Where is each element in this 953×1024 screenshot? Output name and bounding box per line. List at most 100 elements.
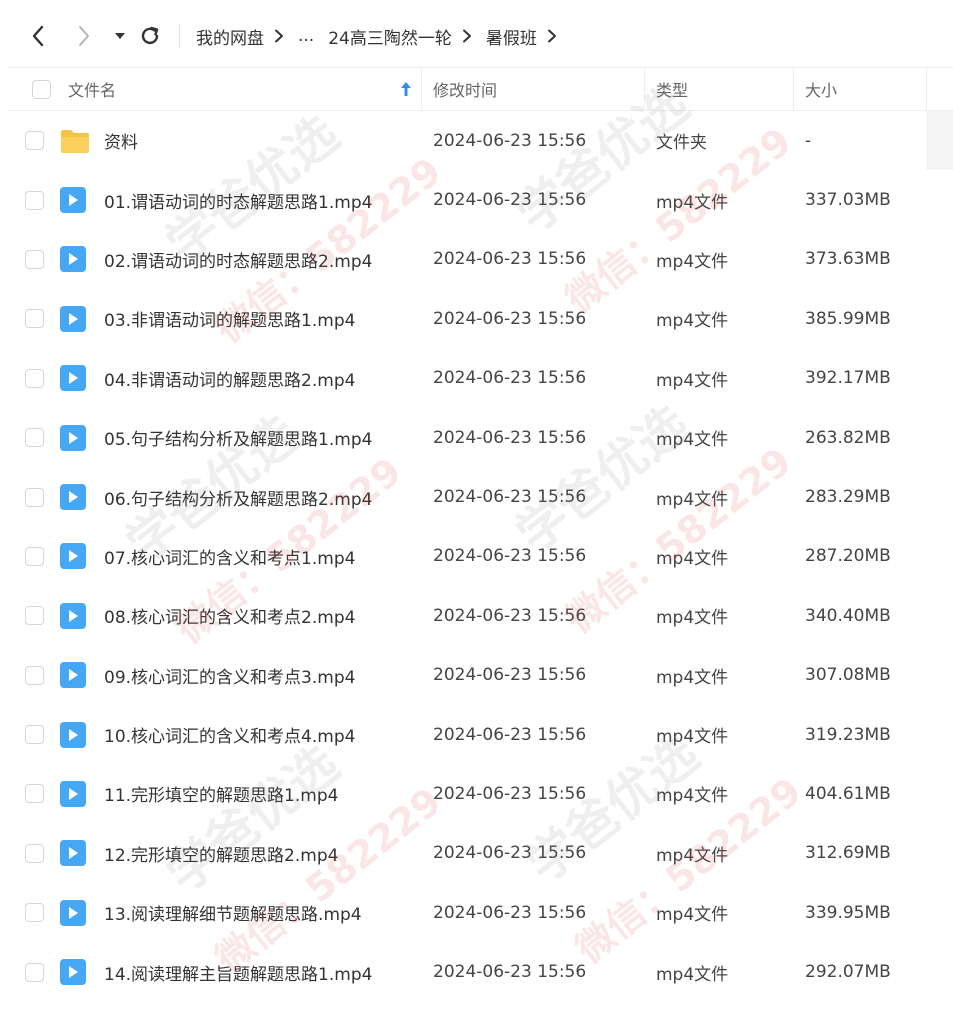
file-size: 340.40MB <box>805 605 891 626</box>
file-size: - <box>805 130 812 151</box>
row-checkbox[interactable] <box>25 368 44 388</box>
file-list-header: 文件名 修改时间 类型 大小 <box>8 67 953 111</box>
file-row[interactable]: 10.核心词汇的含义和考点4.mp4 2024-06-23 15:56 mp4文件 3… <box>8 705 953 764</box>
file-type: mp4文件 <box>656 905 729 926</box>
video-file-icon <box>60 721 86 748</box>
file-size: 337.03MB <box>805 190 891 211</box>
row-checkbox[interactable] <box>25 665 44 685</box>
breadcrumb-item-course[interactable]: 24高三陶然一轮 <box>328 24 452 49</box>
video-file-icon <box>60 899 86 926</box>
row-checkbox[interactable] <box>25 249 44 269</box>
row-checkbox[interactable] <box>25 428 44 448</box>
row-checkbox[interactable] <box>25 784 44 804</box>
breadcrumb-chevron-icon <box>547 29 557 43</box>
forward-button[interactable] <box>70 22 98 50</box>
row-checkbox-wrap <box>25 705 44 764</box>
file-name: 14.阅读理解主旨题解题思路1.mp4 <box>104 964 373 985</box>
file-type: mp4文件 <box>656 251 729 272</box>
row-checkbox[interactable] <box>25 725 44 745</box>
history-dropdown-button[interactable] <box>106 22 134 50</box>
file-row[interactable]: 01.谓语动词的时态解题思路1.mp4 2024-06-23 15:56 mp4文件… <box>8 170 953 229</box>
toolbar-divider <box>179 24 180 48</box>
file-row[interactable]: 03.非谓语动词的解题思路1.mp4 2024-06-23 15:56 mp4文件 3… <box>8 289 953 348</box>
file-name: 13.阅读理解细节题解题思路.mp4 <box>104 905 362 926</box>
row-icon-wrap <box>60 764 86 823</box>
breadcrumb-item-ellipsis[interactable]: ... <box>298 26 314 46</box>
file-type: mp4文件 <box>656 370 729 391</box>
row-checkbox[interactable] <box>25 903 44 923</box>
column-divider[interactable] <box>926 68 927 110</box>
file-row[interactable]: 13.阅读理解细节题解题思路.mp4 2024-06-23 15:56 mp4文件 3… <box>8 883 953 942</box>
row-checkbox[interactable] <box>25 606 44 626</box>
file-row[interactable]: 09.核心词汇的含义和考点3.mp4 2024-06-23 15:56 mp4文件 3… <box>8 646 953 705</box>
file-type: mp4文件 <box>656 192 729 213</box>
file-name: 01.谓语动词的时态解题思路1.mp4 <box>104 192 373 213</box>
row-checkbox-wrap <box>25 586 44 645</box>
column-header-modified[interactable]: 修改时间 <box>433 68 497 110</box>
row-checkbox[interactable] <box>25 131 44 151</box>
file-modified: 2024-06-23 15:56 <box>433 368 587 389</box>
video-file-icon <box>60 305 86 332</box>
row-icon-wrap <box>60 705 86 764</box>
file-size: 385.99MB <box>805 308 891 329</box>
row-checkbox[interactable] <box>25 190 44 210</box>
column-divider[interactable] <box>793 68 794 110</box>
file-row[interactable]: 08.核心词汇的含义和考点2.mp4 2024-06-23 15:56 mp4文件 3… <box>8 586 953 645</box>
breadcrumb: 我的网盘 ... 24高三陶然一轮 暑假班 <box>196 22 571 50</box>
file-row[interactable]: 04.非谓语动词的解题思路2.mp4 2024-06-23 15:56 mp4文件 3… <box>8 349 953 408</box>
file-row[interactable]: 05.句子结构分析及解题思路1.mp4 2024-06-23 15:56 mp4文件… <box>8 408 953 467</box>
toolbar: 我的网盘 ... 24高三陶然一轮 暑假班 <box>0 0 953 70</box>
file-size: 287.20MB <box>805 546 891 567</box>
file-type: 文件夹 <box>656 133 707 154</box>
video-file-icon <box>60 662 86 689</box>
file-name: 资料 <box>104 133 138 154</box>
video-file-icon <box>60 246 86 273</box>
row-icon-wrap <box>60 646 86 705</box>
row-checkbox-wrap <box>25 646 44 705</box>
breadcrumb-item-current[interactable]: 暑假班 <box>486 24 537 49</box>
row-icon-wrap <box>60 883 86 942</box>
file-modified: 2024-06-23 15:56 <box>433 724 587 745</box>
file-row[interactable]: 11.完形填空的解题思路1.mp4 2024-06-23 15:56 mp4文件 40… <box>8 764 953 823</box>
file-row[interactable]: 07.核心词汇的含义和考点1.mp4 2024-06-23 15:56 mp4文件 2… <box>8 527 953 586</box>
folder-row[interactable]: 资料 2024-06-23 15:56 文件夹 - <box>8 111 953 171</box>
file-modified: 2024-06-23 15:56 <box>433 249 587 270</box>
file-size: 392.17MB <box>805 368 891 389</box>
row-checkbox[interactable] <box>25 962 44 982</box>
video-file-icon <box>60 365 86 392</box>
row-checkbox[interactable] <box>25 546 44 566</box>
column-divider[interactable] <box>644 68 645 110</box>
breadcrumb-item-root[interactable]: 我的网盘 <box>196 24 264 49</box>
file-row[interactable]: 12.完形填空的解题思路2.mp4 2024-06-23 15:56 mp4文件 31… <box>8 824 953 883</box>
file-modified: 2024-06-23 15:56 <box>433 665 587 686</box>
file-name: 12.完形填空的解题思路2.mp4 <box>104 845 339 866</box>
file-row[interactable]: 14.阅读理解主旨题解题思路1.mp4 2024-06-23 15:56 mp4文件… <box>8 942 953 1001</box>
column-header-type[interactable]: 类型 <box>656 68 688 110</box>
file-size: 404.61MB <box>805 783 891 804</box>
file-size: 263.82MB <box>805 427 891 448</box>
file-modified: 2024-06-23 15:56 <box>433 487 587 508</box>
column-divider[interactable] <box>421 68 422 110</box>
file-name: 08.核心词汇的含义和考点2.mp4 <box>104 608 356 629</box>
row-checkbox[interactable] <box>25 309 44 329</box>
file-row[interactable]: 06.句子结构分析及解题思路2.mp4 2024-06-23 15:56 mp4文件… <box>8 467 953 526</box>
breadcrumb-chevron-icon <box>274 29 284 43</box>
row-checkbox[interactable] <box>25 843 44 863</box>
file-row[interactable]: 02.谓语动词的时态解题思路2.mp4 2024-06-23 15:56 mp4文件… <box>8 230 953 289</box>
refresh-button[interactable] <box>136 22 164 50</box>
file-size: 319.23MB <box>805 724 891 745</box>
sort-ascending-icon[interactable] <box>400 81 412 97</box>
column-header-size[interactable]: 大小 <box>805 68 837 110</box>
file-name: 11.完形填空的解题思路1.mp4 <box>104 786 339 807</box>
row-checkbox[interactable] <box>25 487 44 507</box>
file-modified: 2024-06-23 15:56 <box>433 308 587 329</box>
row-checkbox-wrap <box>25 467 44 526</box>
video-file-icon <box>60 424 86 451</box>
file-name: 04.非谓语动词的解题思路2.mp4 <box>104 370 356 391</box>
column-header-name[interactable]: 文件名 <box>68 68 420 110</box>
file-modified: 2024-06-23 15:56 <box>433 546 587 567</box>
file-name: 07.核心词汇的含义和考点1.mp4 <box>104 548 356 569</box>
back-button[interactable] <box>24 22 52 50</box>
video-file-icon <box>60 602 86 629</box>
select-all-checkbox[interactable] <box>32 79 51 99</box>
